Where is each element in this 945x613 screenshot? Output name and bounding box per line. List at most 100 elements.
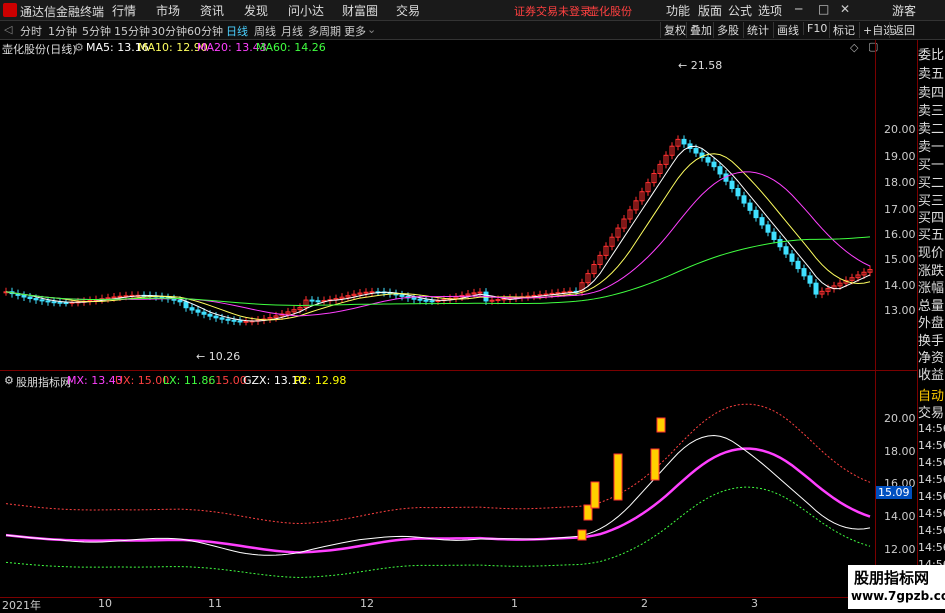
menu-item-trade[interactable]: 交易	[396, 2, 420, 19]
candle	[423, 299, 429, 302]
f10-button[interactable]: F10	[803, 22, 830, 35]
menu-item-ask[interactable]: 问小达	[288, 2, 324, 19]
kline-chart[interactable]	[0, 38, 918, 609]
date-axis-line	[0, 597, 918, 598]
candle	[777, 238, 783, 248]
tab-period-5min[interactable]: 5分钟	[82, 23, 111, 39]
candle	[213, 315, 219, 319]
side-label[interactable]: 买二	[918, 172, 945, 191]
side-trade-label[interactable]: 交易	[918, 402, 945, 421]
menu-item-news[interactable]: 资讯	[200, 2, 224, 19]
menu-item-options[interactable]: 选项	[758, 2, 782, 19]
site-watermark: 股朋指标网 www.7gpzb.com	[848, 565, 945, 609]
candle	[771, 231, 777, 240]
indicator-lines	[5, 403, 871, 578]
ind-y-tick: 12.00	[884, 543, 916, 556]
menu-item-market[interactable]: 市场	[156, 2, 180, 19]
candle	[801, 268, 807, 277]
candle	[429, 300, 435, 303]
candle	[231, 319, 237, 322]
login-notice[interactable]: 证券交易未登录	[514, 3, 591, 19]
candle	[105, 297, 111, 300]
side-label[interactable]: 委比	[918, 44, 945, 63]
indicator-p2: P2: 12.98	[294, 374, 347, 387]
multi-stock-button[interactable]: 多股	[713, 22, 742, 38]
side-label[interactable]: 收益	[918, 364, 945, 383]
overlay-button[interactable]: 叠加	[686, 22, 715, 38]
candle	[189, 307, 195, 311]
tab-period-daily[interactable]: 日线	[226, 23, 248, 39]
return-button[interactable]: 返回	[889, 22, 918, 38]
candle	[813, 282, 819, 295]
tab-period-intraday[interactable]: 分时	[20, 23, 42, 39]
indicator-bars	[577, 417, 666, 541]
minimize-icon[interactable]: ─	[795, 2, 802, 16]
candle	[195, 309, 201, 313]
candle	[45, 300, 51, 303]
side-label[interactable]: 买一	[918, 154, 945, 173]
draw-line-button[interactable]: 画线	[773, 22, 802, 38]
watermark-title: 股朋指标网	[854, 569, 930, 587]
side-label[interactable]: 卖一	[918, 136, 945, 155]
restore-rights-button[interactable]: 复权	[660, 22, 689, 38]
panel-separator	[0, 370, 918, 371]
back-arrow-icon[interactable]: ◁	[4, 23, 12, 36]
low-price-label: ← 10.26	[196, 350, 241, 363]
candle	[243, 320, 249, 323]
candle	[783, 246, 789, 255]
indicator-extra: : 15.00	[208, 374, 247, 387]
tab-period-multi[interactable]: 多周期	[308, 23, 341, 39]
indicator-line	[5, 447, 871, 554]
tab-period-more[interactable]: 更多	[344, 23, 366, 39]
signal-bar	[656, 417, 666, 433]
side-label[interactable]: 卖五	[918, 63, 945, 82]
candle	[39, 299, 45, 302]
guest-label[interactable]: 游客	[892, 2, 916, 19]
side-label[interactable]: 买五	[918, 224, 945, 243]
candle	[177, 299, 183, 303]
app-title: 通达信金融终端	[20, 5, 105, 19]
menu-item-discover[interactable]: 发现	[244, 2, 268, 19]
menu-item-wealth[interactable]: 财富圈	[342, 2, 378, 19]
stats-button[interactable]: 统计	[743, 22, 772, 38]
indicator-line	[5, 486, 871, 578]
moving-average-lines	[5, 145, 871, 322]
tab-period-30min[interactable]: 30分钟	[151, 23, 187, 39]
menu-item-quotes[interactable]: 行情	[112, 2, 136, 19]
tab-period-1min[interactable]: 1分钟	[48, 23, 77, 39]
chevron-down-icon[interactable]: ⌄	[367, 23, 376, 36]
candle	[789, 253, 795, 262]
date-axis-label: 1	[511, 597, 518, 610]
menu-item-formula[interactable]: 公式	[728, 2, 752, 19]
candle	[201, 311, 207, 315]
side-label[interactable]: 卖四	[918, 82, 945, 101]
y-tick: 20.00	[884, 123, 916, 136]
tab-period-weekly[interactable]: 周线	[254, 23, 276, 39]
candle	[315, 300, 321, 303]
y-tick: 19.00	[884, 150, 916, 163]
stock-name-header: 壶化股份	[588, 5, 632, 18]
menu-item-layout[interactable]: 版面	[698, 2, 722, 19]
side-label[interactable]: 现价	[918, 242, 945, 261]
tab-period-15min[interactable]: 15分钟	[114, 23, 150, 39]
menu-item-function[interactable]: 功能	[666, 2, 690, 19]
side-label[interactable]: 外盘	[918, 312, 945, 331]
watermark-url: www.7gpzb.com	[851, 589, 945, 603]
side-label[interactable]: 卖三	[918, 100, 945, 119]
mark-button[interactable]: 标记	[829, 22, 858, 38]
tab-period-monthly[interactable]: 月线	[281, 23, 303, 39]
tab-period-60min[interactable]: 60分钟	[187, 23, 223, 39]
app-logo-icon	[3, 3, 17, 17]
side-label[interactable]: 卖二	[918, 118, 945, 137]
side-label[interactable]: 涨幅	[918, 277, 945, 296]
y-tick: 13.00	[884, 304, 916, 317]
trade-time: 14:56	[918, 524, 945, 537]
indicator-settings-icon[interactable]: ⚙	[4, 374, 14, 387]
trade-time: 14:56	[918, 439, 945, 452]
candle	[477, 291, 483, 294]
y-tick: 14.00	[884, 279, 916, 292]
maximize-icon[interactable]: □	[818, 2, 829, 16]
close-icon[interactable]: ✕	[840, 2, 850, 16]
candle	[183, 301, 189, 309]
candle	[117, 295, 123, 298]
